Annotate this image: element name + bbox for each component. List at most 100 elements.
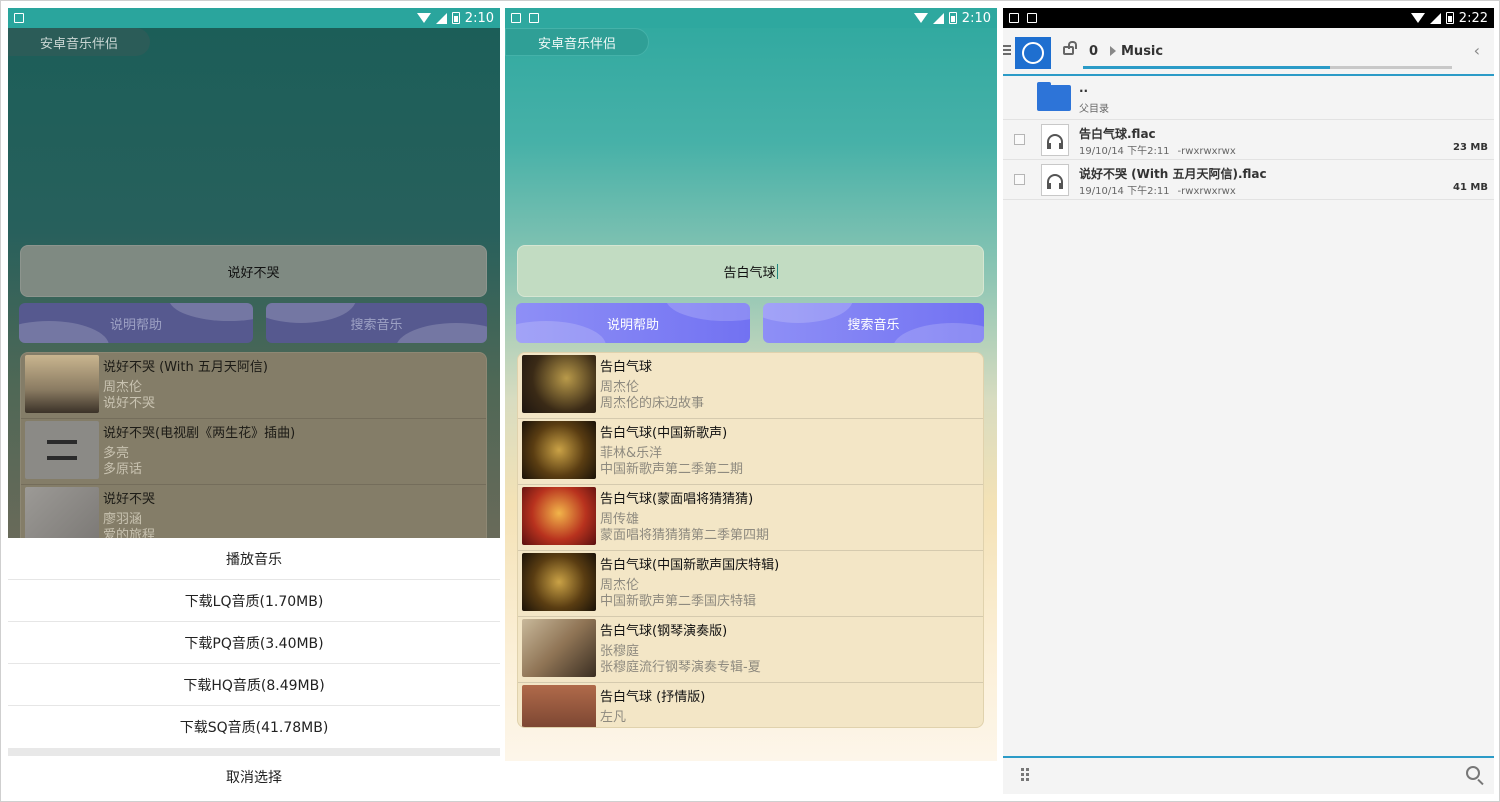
status-bar: 2:10 bbox=[8, 8, 500, 28]
signal-icon bbox=[435, 12, 447, 24]
song-album: 多原话 bbox=[103, 462, 143, 477]
song-artist: 周传雄 bbox=[600, 512, 640, 527]
search-icon[interactable] bbox=[1466, 766, 1480, 780]
list-item[interactable]: 说好不哭(电视剧《两生花》插曲) 多亮 多原话 bbox=[21, 419, 486, 485]
song-title: 告白气球 (抒情版) bbox=[600, 690, 706, 705]
wifi-icon bbox=[913, 13, 928, 23]
audio-file-icon bbox=[1041, 124, 1069, 156]
sheet-divider bbox=[8, 748, 500, 756]
grip-icon[interactable] bbox=[1021, 768, 1031, 784]
song-title: 告白气球 bbox=[600, 360, 653, 375]
file-date: 19/10/14 下午2:11 bbox=[1079, 186, 1170, 197]
file-row[interactable]: 说好不哭 (With 五月天阿信).flac 19/10/14 下午2:11 -r… bbox=[1003, 160, 1494, 200]
status-time: 2:10 bbox=[961, 10, 991, 26]
song-artist: 多亮 bbox=[103, 446, 130, 461]
breadcrumb-folder[interactable]: Music bbox=[1121, 44, 1163, 59]
song-album: 说好不哭 bbox=[103, 396, 156, 411]
song-artist: 左凡 bbox=[600, 710, 627, 725]
album-art bbox=[522, 685, 596, 727]
song-album: 中国新歌声第二季国庆特辑 bbox=[600, 594, 757, 609]
breadcrumb-arrow-icon bbox=[1110, 46, 1116, 56]
menu-icon[interactable] bbox=[1003, 45, 1011, 55]
file-meta: 19/10/14 下午2:11 -rwxrwxrwx bbox=[1079, 142, 1236, 157]
file-meta: 19/10/14 下午2:11 -rwxrwxrwx bbox=[1079, 182, 1236, 197]
download-hq-option[interactable]: 下载HQ音质(8.49MB) bbox=[8, 664, 500, 706]
file-row[interactable]: 告白气球.flac 19/10/14 下午2:11 -rwxrwxrwx 23 M… bbox=[1003, 120, 1494, 160]
file-permissions: -rwxrwxrwx bbox=[1177, 186, 1236, 197]
search-input[interactable]: 说好不哭 bbox=[20, 245, 487, 297]
list-item[interactable]: 告白气球(中国新歌声国庆特辑) 周杰伦 中国新歌声第二季国庆特辑 bbox=[518, 551, 983, 617]
screen-2-music-app-results: 2:10 安卓音乐伴侣 告白气球 说明帮助 搜索音乐 告白气球 周杰伦 周杰伦的… bbox=[505, 8, 997, 761]
action-sheet: 播放音乐 下载LQ音质(1.70MB) 下载PQ音质(3.40MB) 下载HQ音… bbox=[8, 538, 500, 794]
song-album: 周杰伦的床边故事 bbox=[600, 396, 705, 411]
breadcrumb-count[interactable]: 0 bbox=[1089, 44, 1098, 59]
notification-icon bbox=[1027, 13, 1037, 23]
back-icon[interactable]: ‹ bbox=[1474, 41, 1480, 60]
help-button[interactable]: 说明帮助 bbox=[19, 303, 253, 343]
song-album: 蒙面唱将猜猜猜第二季第四期 bbox=[600, 528, 770, 543]
search-input[interactable]: 告白气球 bbox=[517, 245, 984, 297]
list-item[interactable]: 告白气球(钢琴演奏版) 张穆庭 张穆庭流行钢琴演奏专辑-夏 bbox=[518, 617, 983, 683]
song-title: 说好不哭 bbox=[103, 492, 156, 507]
bottom-toolbar bbox=[1003, 756, 1494, 794]
parent-dir-name: .. bbox=[1079, 81, 1089, 95]
file-checkbox[interactable] bbox=[1014, 134, 1025, 145]
list-item[interactable]: 告白气球(蒙面唱将猜猜猜) 周传雄 蒙面唱将猜猜猜第二季第四期 bbox=[518, 485, 983, 551]
file-name: 说好不哭 (With 五月天阿信).flac bbox=[1079, 167, 1267, 181]
help-button-label: 说明帮助 bbox=[109, 317, 162, 333]
text-cursor bbox=[776, 263, 778, 279]
lock-icon[interactable] bbox=[1063, 41, 1077, 55]
song-title: 告白气球(钢琴演奏版) bbox=[600, 624, 728, 639]
help-button[interactable]: 说明帮助 bbox=[516, 303, 750, 343]
song-title: 告白气球(中国新歌声国庆特辑) bbox=[600, 558, 780, 573]
album-art bbox=[25, 355, 99, 413]
search-input-value: 告白气球 bbox=[723, 265, 776, 281]
list-item[interactable]: 告白气球(中国新歌声) 菲林&乐洋 中国新歌声第二季第二期 bbox=[518, 419, 983, 485]
screen-1-music-app-with-sheet: 2:10 安卓音乐伴侣 说好不哭 说明帮助 搜索音乐 说好不哭 (With 五月… bbox=[8, 8, 500, 794]
wifi-icon bbox=[416, 13, 431, 23]
cancel-button[interactable]: 取消选择 bbox=[8, 756, 500, 794]
song-title: 告白气球(蒙面唱将猜猜猜) bbox=[600, 492, 754, 507]
status-time: 2:22 bbox=[1458, 10, 1488, 26]
list-item[interactable]: 说好不哭 (With 五月天阿信) 周杰伦 说好不哭 bbox=[21, 353, 486, 419]
song-artist: 廖羽涵 bbox=[103, 512, 143, 527]
file-list: .. 父目录 告白气球.flac 19/10/14 下午2:11 -rwxrwxr… bbox=[1003, 78, 1494, 200]
download-lq-option[interactable]: 下载LQ音质(1.70MB) bbox=[8, 580, 500, 622]
song-artist: 菲林&乐洋 bbox=[600, 446, 663, 461]
search-music-button[interactable]: 搜索音乐 bbox=[266, 303, 487, 343]
signal-icon bbox=[1429, 12, 1441, 24]
song-title: 告白气球(中国新歌声) bbox=[600, 426, 728, 441]
signal-icon bbox=[932, 12, 944, 24]
search-music-button-label: 搜索音乐 bbox=[847, 317, 900, 333]
album-art bbox=[522, 421, 596, 479]
parent-dir-label: 父目录 bbox=[1079, 104, 1109, 115]
file-checkbox[interactable] bbox=[1014, 174, 1025, 185]
app-title: 安卓音乐伴侣 bbox=[8, 28, 151, 56]
wifi-icon bbox=[1410, 13, 1425, 23]
album-art bbox=[25, 487, 99, 545]
download-pq-option[interactable]: 下载PQ音质(3.40MB) bbox=[8, 622, 500, 664]
file-manager-toolbar: 0 Music ‹ bbox=[1003, 28, 1494, 76]
song-artist: 周杰伦 bbox=[600, 380, 640, 395]
app-logo[interactable] bbox=[1015, 37, 1051, 69]
storage-progress bbox=[1083, 66, 1452, 69]
download-sq-option[interactable]: 下载SQ音质(41.78MB) bbox=[8, 706, 500, 748]
song-artist: 张穆庭 bbox=[600, 644, 640, 659]
file-name: 告白气球.flac bbox=[1079, 127, 1156, 141]
file-date: 19/10/14 下午2:11 bbox=[1079, 146, 1170, 157]
song-artist: 周杰伦 bbox=[600, 578, 640, 593]
battery-icon bbox=[1445, 12, 1454, 24]
search-music-button-label: 搜索音乐 bbox=[350, 317, 403, 333]
battery-icon bbox=[451, 12, 460, 24]
parent-directory-row[interactable]: .. 父目录 bbox=[1003, 78, 1494, 120]
song-title: 说好不哭 (With 五月天阿信) bbox=[103, 360, 268, 375]
search-music-button[interactable]: 搜索音乐 bbox=[763, 303, 984, 343]
status-time: 2:10 bbox=[464, 10, 494, 26]
battery-icon bbox=[948, 12, 957, 24]
notification-icon bbox=[529, 13, 539, 23]
file-size: 41 MB bbox=[1453, 182, 1488, 193]
song-album: 中国新歌声第二季第二期 bbox=[600, 462, 744, 477]
list-item[interactable]: 告白气球 (抒情版) 左凡 bbox=[518, 683, 983, 727]
play-music-option[interactable]: 播放音乐 bbox=[8, 538, 500, 580]
list-item[interactable]: 告白气球 周杰伦 周杰伦的床边故事 bbox=[518, 353, 983, 419]
